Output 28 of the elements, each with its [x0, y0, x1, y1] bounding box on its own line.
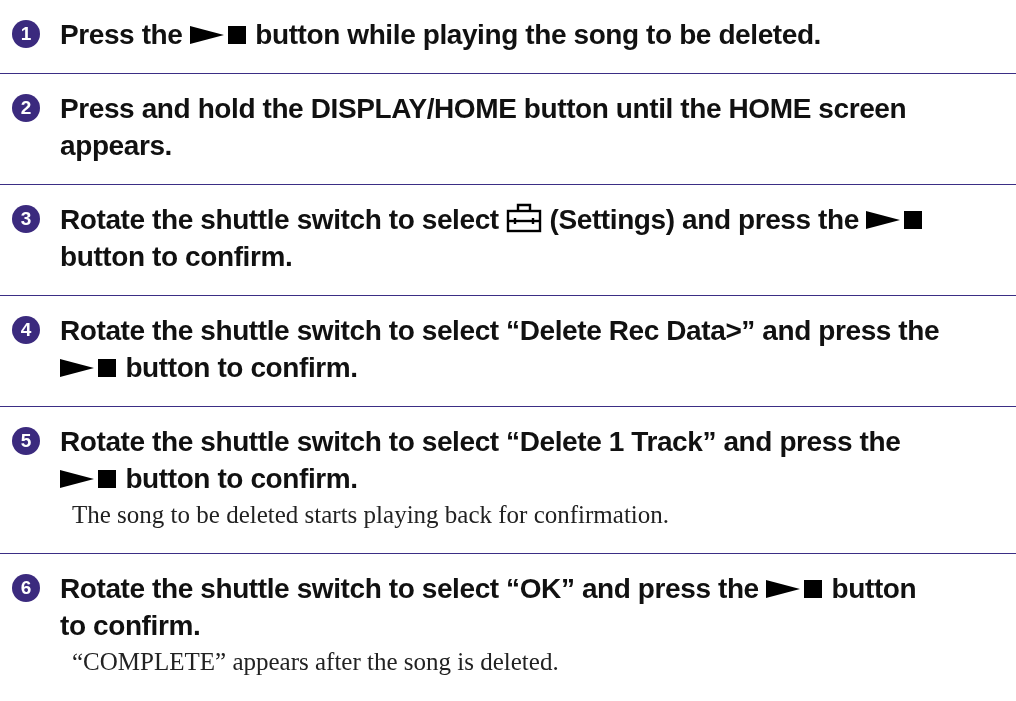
play-stop-icon: [866, 209, 925, 231]
play-stop-icon: [189, 24, 248, 46]
step-result-text: The song to be deleted starts playing back for confirmation.: [72, 500, 671, 530]
play-stop-icon: [766, 578, 825, 600]
step-instruction: Rotate the shuttle switch to select “Delete 1 Track” and press the: [60, 426, 901, 457]
step-instruction: Press the: [60, 19, 183, 50]
step-instruction: button to confirm.: [125, 463, 358, 494]
step-number: 6: [12, 574, 40, 602]
step-instruction: Press and hold the DISPLAY/HOME button until the HOME screen: [60, 93, 907, 124]
step-number: 1: [12, 20, 40, 48]
step-number: 4: [12, 316, 40, 344]
step-instruction: to confirm.: [60, 610, 201, 641]
play-stop-icon: [60, 468, 118, 490]
step-instruction: button to confirm.: [60, 241, 293, 272]
step-number: 2: [12, 94, 40, 122]
play-stop-icon: [60, 357, 118, 379]
step-instruction: appears.: [60, 130, 172, 161]
step-number: 3: [12, 205, 40, 233]
step-instruction: Rotate the shuttle switch to select: [60, 204, 499, 235]
step-instruction: (Settings) and press the: [549, 204, 859, 235]
toolbox-icon: [506, 203, 543, 233]
step-instruction: Rotate the shuttle switch to select “OK” and press the: [60, 573, 759, 604]
step-instruction: button: [831, 573, 917, 604]
step-result-text: “COMPLETE” appears after the song is deleted.: [72, 647, 560, 677]
step-number: 5: [12, 427, 40, 455]
step-instruction: button while playing the song to be deleted.: [255, 19, 821, 50]
step-instruction: Rotate the shuttle switch to select “Delete Rec Data>” and press the: [60, 315, 940, 346]
step-instruction: button to confirm.: [125, 352, 358, 383]
